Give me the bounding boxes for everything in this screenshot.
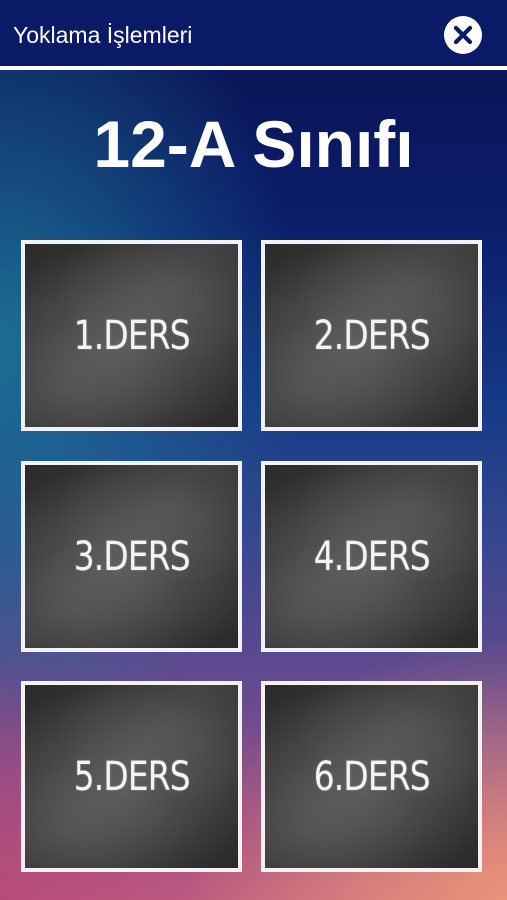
lesson-2-button[interactable]: 2.DERS [261,240,482,431]
close-button[interactable] [444,16,482,54]
lesson-2-label: 2.DERS [313,312,431,359]
lesson-6-label: 6.DERS [313,753,431,800]
lesson-5-label: 5.DERS [73,753,191,800]
screen-title: Yoklama İşlemleri [13,22,193,48]
close-icon [453,25,473,45]
top-bar: Yoklama İşlemleri [0,0,507,70]
lesson-1-button[interactable]: 1.DERS [21,240,242,431]
lesson-3-label: 3.DERS [73,533,191,580]
lesson-1-label: 1.DERS [73,312,191,359]
lesson-5-button[interactable]: 5.DERS [21,681,242,872]
lesson-4-button[interactable]: 4.DERS [261,461,482,652]
lesson-6-button[interactable]: 6.DERS [261,681,482,872]
lesson-4-label: 4.DERS [313,533,431,580]
lesson-3-button[interactable]: 3.DERS [21,461,242,652]
class-title: 12-A Sınıfı [93,107,414,181]
